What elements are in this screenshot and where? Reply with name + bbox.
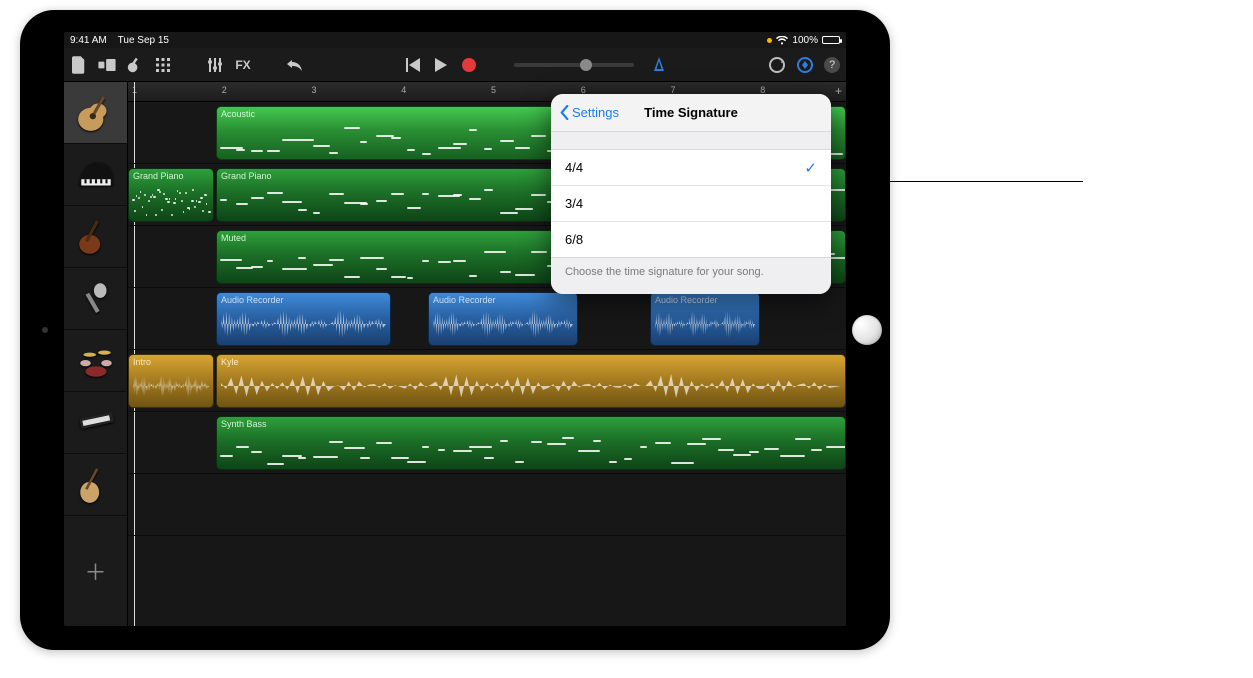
waveform (433, 311, 573, 337)
popover-list: 4/4 ✓ 3/4 6/8 (551, 150, 831, 258)
record-icon[interactable] (460, 56, 478, 74)
track-header-drums[interactable] (64, 330, 127, 392)
track-lane[interactable] (128, 474, 846, 536)
ruler-bar: 3 (312, 85, 317, 95)
mixer-icon[interactable] (206, 56, 224, 74)
region[interactable]: Kyle (216, 354, 846, 408)
midi-notes (220, 435, 842, 465)
option-label: 4/4 (565, 160, 583, 175)
toolbar: FX (64, 48, 846, 82)
region[interactable]: Audio Recorder (216, 292, 391, 346)
grid-icon[interactable] (154, 56, 172, 74)
region-label: Audio Recorder (221, 295, 386, 305)
browser-icon[interactable] (98, 56, 116, 74)
track-header-bass[interactable] (64, 206, 127, 268)
track-header-mic[interactable] (64, 268, 127, 330)
my-songs-icon[interactable] (70, 56, 88, 74)
region[interactable]: Intro (128, 354, 214, 408)
waveform (221, 311, 386, 337)
check-icon: ✓ (804, 159, 817, 177)
metronome-icon[interactable] (650, 56, 668, 74)
region-label: Audio Recorder (433, 295, 573, 305)
fx-button[interactable]: FX (234, 56, 252, 74)
wifi-icon (776, 36, 788, 45)
instrument-icon[interactable] (126, 56, 144, 74)
region[interactable]: Synth Bass (216, 416, 846, 470)
camera-dot (42, 327, 48, 333)
region[interactable]: Audio Recorder (650, 292, 760, 346)
waveform (221, 373, 841, 399)
time-signature-popover: Settings Time Signature 4/4 ✓ 3/4 6/8 Choos… (551, 94, 831, 294)
region-label: Kyle (221, 357, 841, 367)
region-label: Intro (133, 357, 209, 367)
option-label: 3/4 (565, 196, 583, 211)
play-icon[interactable] (432, 56, 450, 74)
popover-header: Settings Time Signature (551, 94, 831, 132)
track-header-piano[interactable] (64, 144, 127, 206)
waveform (133, 373, 209, 399)
status-date: Tue Sep 15 (118, 35, 169, 46)
region-label: Synth Bass (221, 419, 841, 429)
add-section-button[interactable]: + (835, 84, 842, 98)
loop-icon[interactable] (768, 56, 786, 74)
location-indicator-icon (767, 38, 772, 43)
popover-title: Time Signature (644, 105, 738, 120)
midi-notes (132, 187, 210, 217)
status-bar: 9:41 AM Tue Sep 15 100% (64, 32, 846, 48)
status-right: 100% (767, 35, 840, 46)
battery-percent: 100% (792, 35, 818, 46)
ruler-bar: 2 (222, 85, 227, 95)
undo-icon[interactable] (286, 56, 304, 74)
go-to-start-icon[interactable] (404, 56, 422, 74)
region-label: Grand Piano (133, 171, 209, 181)
home-button[interactable] (852, 315, 882, 345)
region-label: Audio Recorder (655, 295, 755, 305)
track-lane[interactable]: Intro Kyle (128, 350, 846, 412)
popover-gap (551, 132, 831, 150)
add-track-button[interactable]: ＋ (64, 516, 127, 626)
song-position-slider[interactable] (514, 63, 634, 67)
ruler-bar: 5 (491, 85, 496, 95)
region[interactable]: Audio Recorder (428, 292, 578, 346)
popover-back-button[interactable]: Settings (559, 94, 619, 131)
status-time: 9:41 AM (70, 35, 107, 46)
waveform (655, 311, 755, 337)
time-signature-option[interactable]: 3/4 (551, 186, 831, 222)
ipad-frame: 9:41 AM Tue Sep 15 100% (20, 10, 890, 650)
song-position-knob[interactable] (580, 59, 592, 71)
track-headers: ＋ (64, 82, 128, 626)
option-label: 6/8 (565, 232, 583, 247)
popover-footer: Choose the time signature for your song. (551, 258, 831, 294)
ruler-bar: 4 (401, 85, 406, 95)
track-header-keyboard[interactable] (64, 392, 127, 454)
track-header-mandolin[interactable] (64, 454, 127, 516)
track-lane[interactable]: Synth Bass (128, 412, 846, 474)
track-lane[interactable]: Audio Recorder Audio Recorder Audio Record… (128, 288, 846, 350)
help-icon[interactable]: ? (824, 57, 840, 73)
status-left: 9:41 AM Tue Sep 15 (70, 35, 169, 46)
time-signature-option[interactable]: 6/8 (551, 222, 831, 258)
settings-icon[interactable] (796, 56, 814, 74)
popover-back-label: Settings (572, 105, 619, 120)
time-signature-option[interactable]: 4/4 ✓ (551, 150, 831, 186)
screen: 9:41 AM Tue Sep 15 100% (64, 32, 846, 626)
track-header-guitar[interactable] (64, 82, 127, 144)
battery-icon (822, 36, 840, 44)
region[interactable]: Grand Piano (128, 168, 214, 222)
